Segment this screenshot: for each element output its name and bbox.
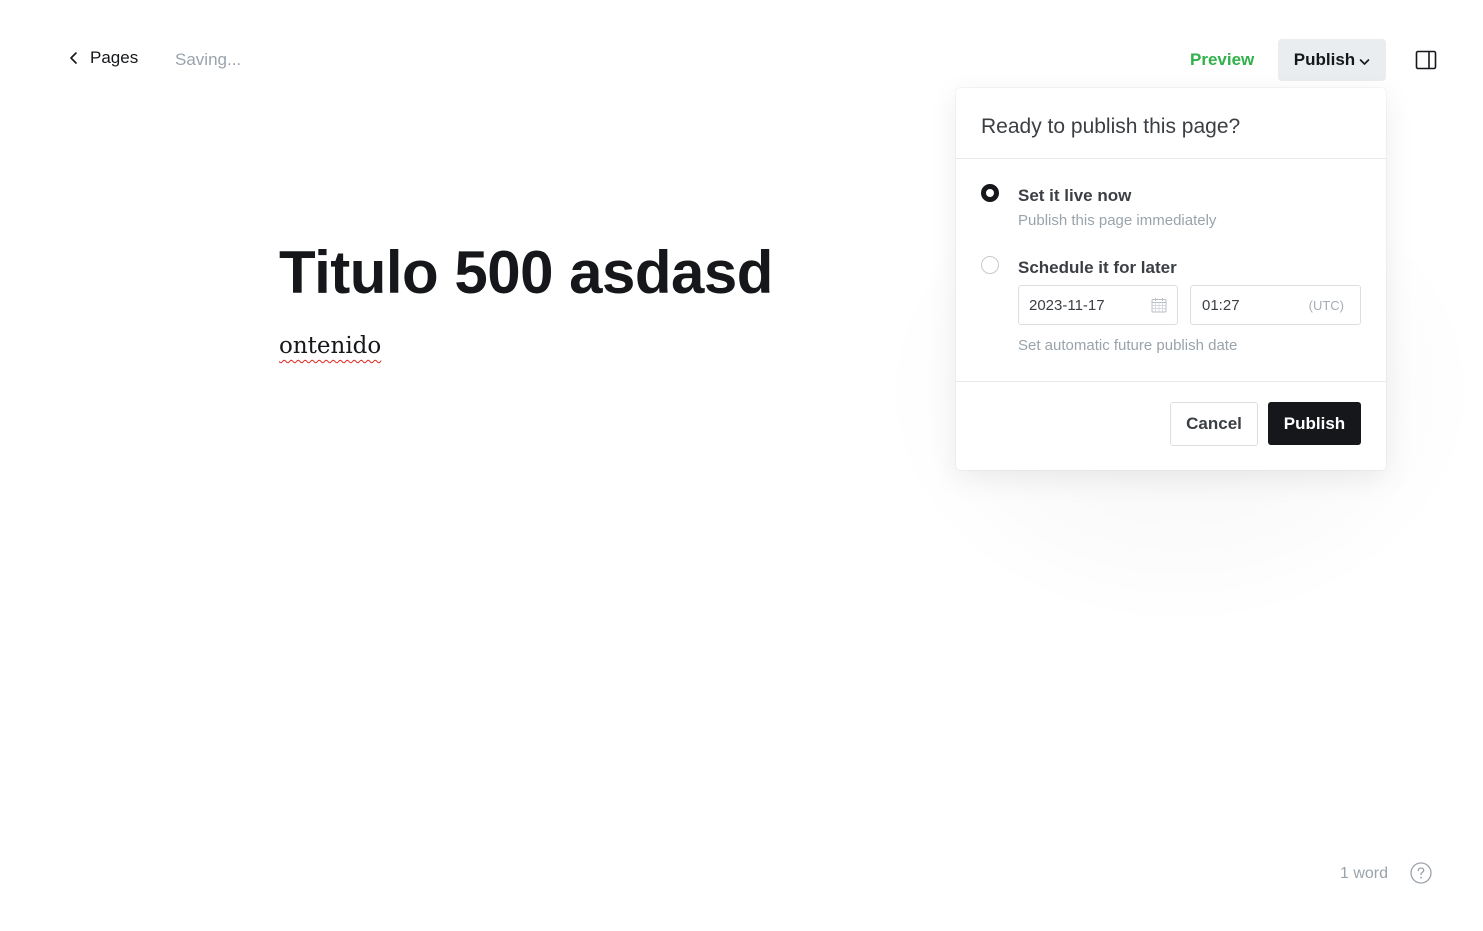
option-label: Set it live now: [1018, 186, 1132, 205]
save-status: Saving...: [175, 50, 242, 69]
option-description: Publish this page immediately: [1018, 212, 1217, 229]
schedule-date-input[interactable]: 2023-11-17: [1018, 285, 1178, 325]
cancel-button[interactable]: Cancel: [1170, 402, 1258, 446]
chevron-left-icon: [70, 52, 77, 64]
back-to-pages-link[interactable]: Pages: [68, 48, 138, 68]
schedule-time-value: 01:27: [1202, 296, 1240, 314]
radio-schedule-later[interactable]: [981, 256, 999, 274]
publish-menu-label: Publish: [1293, 50, 1356, 69]
popover-heading: Ready to publish this page?: [956, 88, 1386, 159]
back-link-label: Pages: [90, 48, 139, 67]
publish-popover: Ready to publish this page? Set it live …: [956, 88, 1386, 470]
publish-menu-button[interactable]: Publish: [1278, 39, 1386, 81]
option-label: Schedule it for later: [1018, 258, 1177, 277]
word-count: 1 word: [1340, 865, 1389, 882]
schedule-time-input[interactable]: 01:27 (UTC): [1190, 285, 1361, 325]
popover-footer: Cancel Publish: [956, 381, 1386, 470]
help-icon[interactable]: [1410, 862, 1432, 884]
calendar-icon[interactable]: [1151, 297, 1167, 313]
preview-button[interactable]: Preview: [1176, 40, 1268, 80]
post-body[interactable]: ontenido: [279, 333, 381, 359]
radio-set-live-now[interactable]: [981, 184, 999, 202]
confirm-publish-button[interactable]: Publish: [1268, 402, 1361, 445]
schedule-hint: Set automatic future publish date: [1018, 337, 1238, 354]
schedule-date-value: 2023-11-17: [1029, 296, 1105, 314]
timezone-label: (UTC): [1308, 298, 1344, 313]
chevron-down-icon: [1359, 58, 1370, 65]
post-title[interactable]: Titulo 500 asdasd: [279, 238, 773, 307]
sidebar-panel-icon[interactable]: [1414, 48, 1438, 72]
